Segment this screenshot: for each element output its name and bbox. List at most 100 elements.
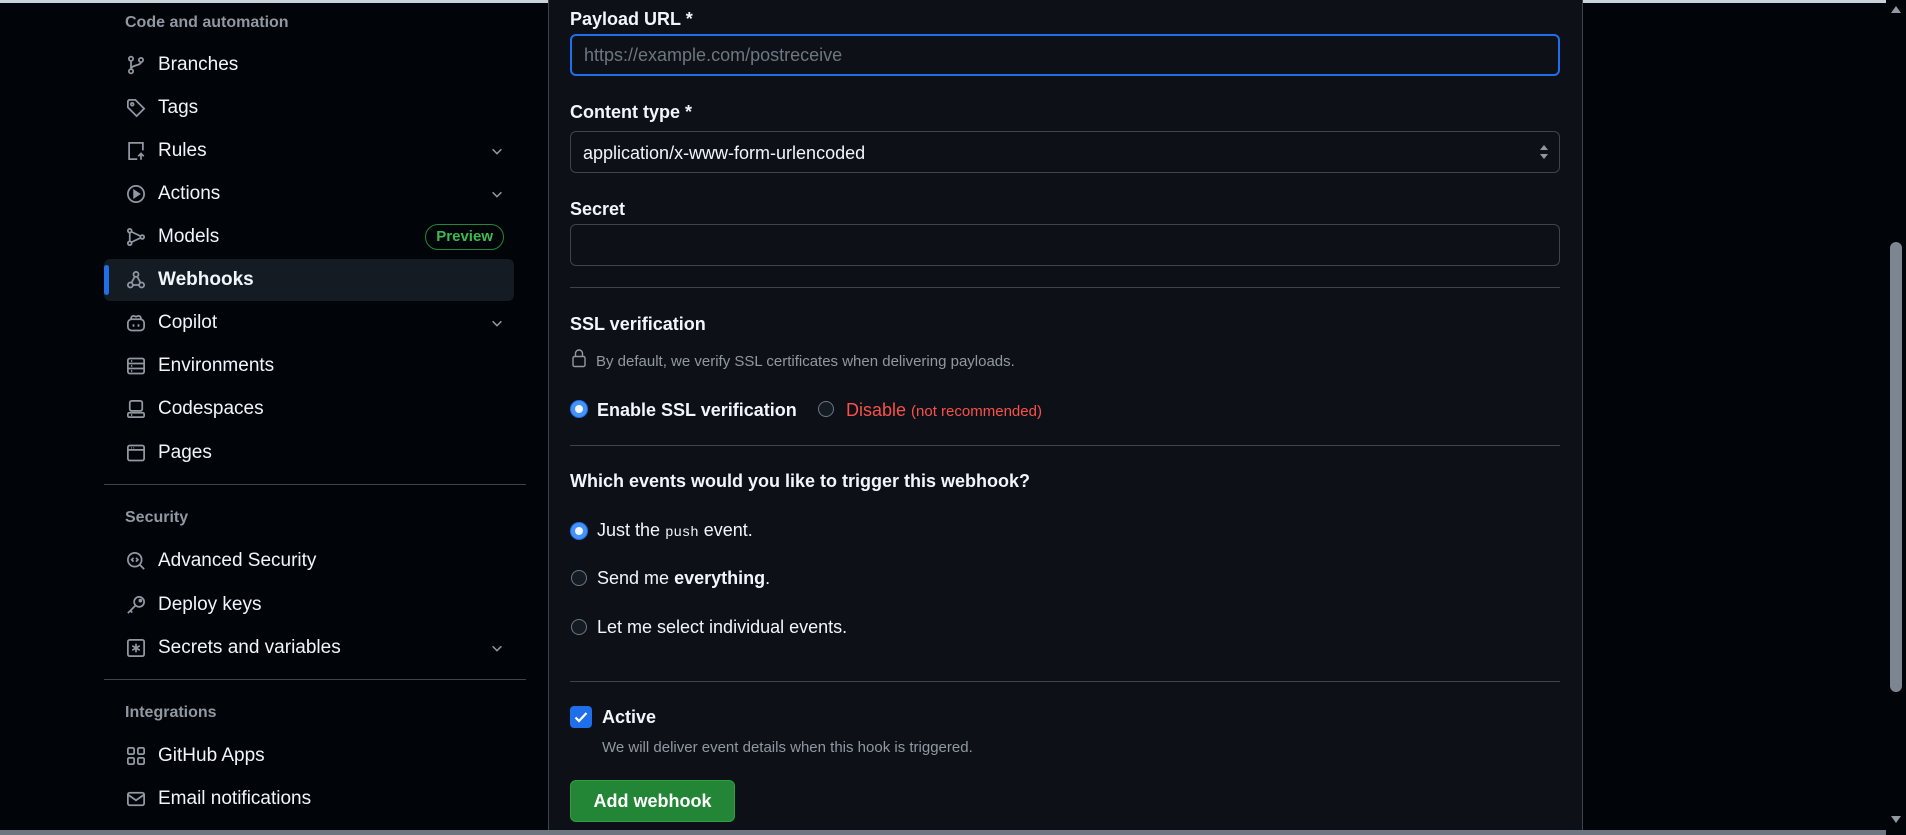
scrollbar-thumb[interactable] (1890, 242, 1902, 692)
check-icon (574, 712, 588, 723)
section-heading-integrations: Integrations (125, 704, 217, 721)
sidebar-item-label: Copilot (158, 312, 218, 333)
active-label[interactable]: Active (602, 707, 656, 728)
ssl-disable-text: Disable (846, 400, 907, 420)
sidebar-item-label: Rules (158, 140, 207, 161)
sidebar-item-rules[interactable]: Rules (104, 130, 514, 172)
payload-url-label: Payload URL * (570, 9, 693, 29)
event-everything-radio[interactable] (571, 570, 587, 586)
sidebar-item-actions[interactable]: Actions (104, 173, 514, 215)
sidebar-item-label: Secrets and variables (158, 637, 341, 658)
ssl-enable-label[interactable]: Enable SSL verification (597, 400, 797, 421)
add-webhook-button[interactable]: Add webhook (570, 780, 735, 822)
event-push-text: Just the (597, 520, 661, 540)
apps-icon (125, 745, 147, 767)
sidebar-item-label: Email notifications (158, 788, 312, 809)
event-everything-suffix: . (765, 568, 771, 588)
sidebar-item-environments[interactable]: Environments (104, 345, 514, 387)
event-push-radio[interactable] (571, 523, 587, 539)
active-note: We will deliver event details when this … (602, 739, 973, 756)
sidebar-item-label: Codespaces (158, 398, 264, 419)
settings-sidebar: Code and automation Branches Tags Rules … (104, 0, 526, 835)
event-select-radio[interactable] (571, 619, 587, 635)
ssl-disable-warning: (not recommended) (911, 403, 1042, 420)
event-everything-bold: everything (674, 568, 766, 588)
sidebar-item-github-apps[interactable]: GitHub Apps (104, 735, 514, 777)
sidebar-item-label: Environments (158, 355, 275, 376)
ssl-disable-radio[interactable] (818, 401, 834, 417)
key-icon (125, 594, 147, 616)
copilot-icon (125, 312, 147, 334)
event-everything-label[interactable]: Send me everything. (597, 568, 770, 589)
scroll-down-arrow-icon[interactable] (1891, 816, 1901, 823)
browser-icon (125, 442, 147, 464)
sidebar-item-label: Pages (158, 442, 212, 463)
event-push-suffix: event. (703, 520, 753, 540)
preview-badge: Preview (425, 224, 504, 250)
mail-icon (125, 788, 147, 810)
active-checkbox[interactable] (570, 706, 592, 728)
sidebar-item-secrets-variables[interactable]: Secrets and variables (104, 627, 514, 669)
sidebar-item-label: Webhooks (158, 269, 254, 290)
section-divider (570, 445, 1560, 446)
ssl-note: By default, we verify SSL certificates w… (596, 353, 1015, 370)
sidebar-item-label: Deploy keys (158, 594, 262, 615)
chevron-down-icon[interactable] (488, 639, 506, 657)
server-icon (125, 355, 147, 377)
chevron-down-icon[interactable] (488, 185, 506, 203)
content-type-select[interactable]: application/x-www-form-urlencoded (570, 131, 1560, 173)
page-scrollbar[interactable] (1886, 0, 1906, 835)
sidebar-item-codespaces[interactable]: Codespaces (104, 388, 514, 430)
chevron-down-icon[interactable] (488, 314, 506, 332)
ssl-heading: SSL verification (570, 314, 706, 334)
event-everything-text: Send me (597, 568, 670, 588)
active-item-marker (104, 265, 109, 295)
section-heading-security: Security (125, 509, 189, 526)
sidebar-divider (104, 679, 526, 680)
sidebar-item-copilot[interactable]: Copilot (104, 302, 514, 344)
horizontal-scrollbar[interactable] (0, 830, 1886, 835)
content-type-value: application/x-www-form-urlencoded (583, 143, 866, 163)
asterisk-icon (125, 637, 147, 659)
webhook-icon (125, 269, 147, 291)
ssl-enable-radio[interactable] (571, 401, 587, 417)
sidebar-item-label: GitHub Apps (158, 745, 265, 766)
scroll-up-arrow-icon[interactable] (1891, 6, 1901, 13)
content-type-label: Content type * (570, 102, 693, 122)
sidebar-item-models[interactable]: Models Preview (104, 216, 514, 258)
sidebar-item-label: Actions (158, 183, 221, 204)
secret-input[interactable] (570, 224, 1560, 266)
event-select-label[interactable]: Let me select individual events. (597, 617, 847, 638)
select-arrows-icon (1537, 142, 1551, 162)
sidebar-item-tags[interactable]: Tags (104, 87, 514, 129)
tag-icon (125, 97, 147, 119)
codescan-icon (125, 550, 147, 572)
webhook-form-panel: Payload URL * Content type * application… (548, 0, 1583, 835)
ssl-disable-label[interactable]: Disable (not recommended) (846, 400, 1042, 421)
play-icon (125, 183, 147, 205)
sidebar-item-label: Tags (158, 97, 199, 118)
section-divider (570, 681, 1560, 682)
sidebar-item-advanced-security[interactable]: Advanced Security (104, 540, 514, 582)
sidebar-item-label: Models (158, 226, 220, 247)
section-divider (570, 287, 1560, 288)
branch-icon (125, 54, 147, 76)
rules-icon (125, 140, 147, 162)
lock-icon (571, 348, 587, 373)
event-push-code: push (665, 525, 699, 541)
events-heading: Which events would you like to trigger t… (570, 471, 1031, 491)
secret-label: Secret (570, 199, 626, 219)
sidebar-divider (104, 484, 526, 485)
sidebar-item-label: Branches (158, 54, 239, 75)
chevron-down-icon[interactable] (488, 142, 506, 160)
sidebar-item-pages[interactable]: Pages (104, 432, 514, 474)
codespaces-icon (125, 398, 147, 420)
sidebar-item-label: Advanced Security (158, 550, 317, 571)
sidebar-item-deploy-keys[interactable]: Deploy keys (104, 584, 514, 626)
section-heading-code-automation: Code and automation (125, 14, 289, 31)
sidebar-item-branches[interactable]: Branches (104, 44, 514, 86)
sidebar-item-webhooks[interactable]: Webhooks (104, 259, 514, 301)
sidebar-item-email-notifications[interactable]: Email notifications (104, 778, 514, 820)
event-push-label[interactable]: Just the push event. (597, 520, 753, 541)
payload-url-input[interactable] (570, 34, 1560, 76)
